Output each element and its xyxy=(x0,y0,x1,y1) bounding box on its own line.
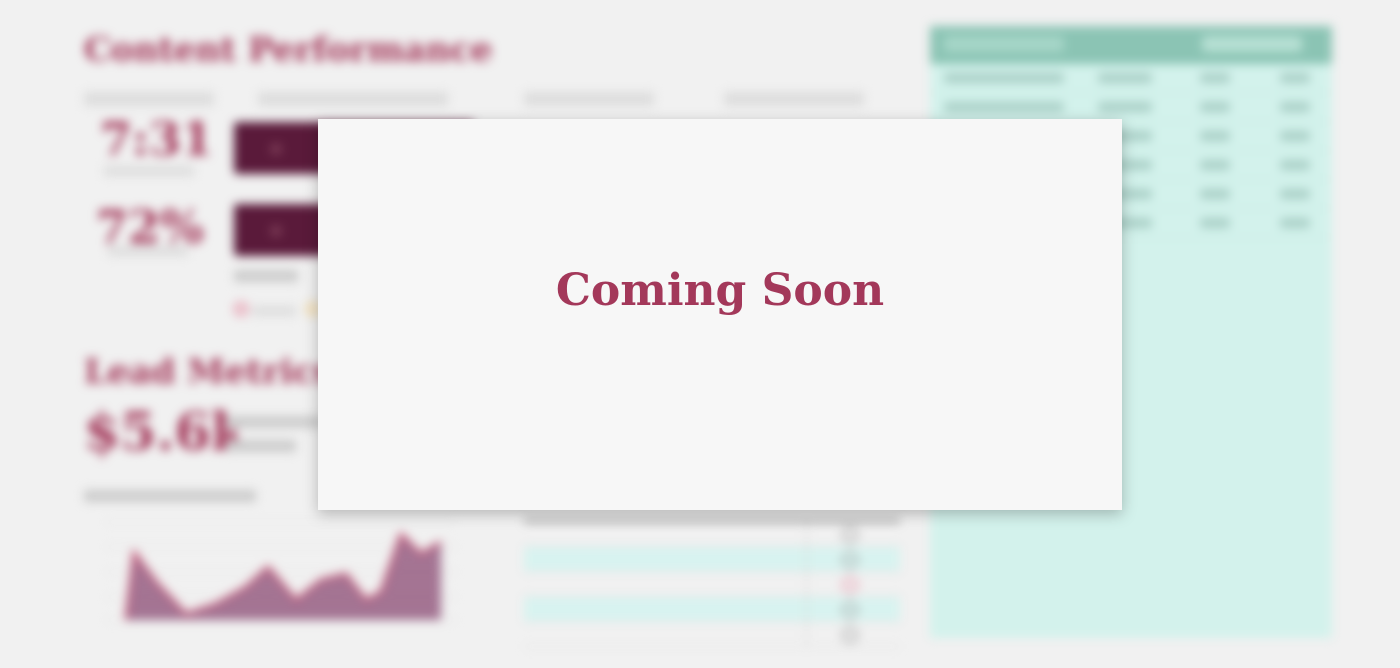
panel-row xyxy=(930,93,1332,122)
legend-label xyxy=(252,306,296,316)
metric-label xyxy=(524,92,654,106)
modal-title: Coming Soon xyxy=(555,265,885,316)
table-row xyxy=(524,622,900,647)
metric-label xyxy=(724,92,864,106)
legend-label xyxy=(234,270,298,282)
chart-caption xyxy=(84,490,256,502)
progress-dot xyxy=(270,143,282,155)
legend-dot xyxy=(234,302,248,316)
lead-caption xyxy=(226,440,296,452)
area-chart xyxy=(106,521,456,621)
table-row xyxy=(524,572,900,597)
section-title-content-performance: Content Performance xyxy=(84,30,493,70)
stat-caption xyxy=(104,166,194,176)
metric-label xyxy=(258,92,448,106)
stat-time-value: 7:31 xyxy=(100,112,214,166)
section-title-lead-metrics: Lead Metrics xyxy=(84,352,333,392)
stat-caption xyxy=(108,246,188,256)
background-table xyxy=(524,496,900,647)
progress-dot xyxy=(270,225,282,237)
panel-header xyxy=(930,26,1332,64)
table-row xyxy=(524,522,900,547)
coming-soon-modal: Coming Soon xyxy=(318,119,1122,510)
lead-value: $5.6k xyxy=(84,402,247,463)
table-row xyxy=(524,597,900,622)
lead-caption xyxy=(226,416,322,428)
table-row xyxy=(524,547,900,572)
panel-row xyxy=(930,64,1332,93)
metric-label xyxy=(84,92,214,106)
